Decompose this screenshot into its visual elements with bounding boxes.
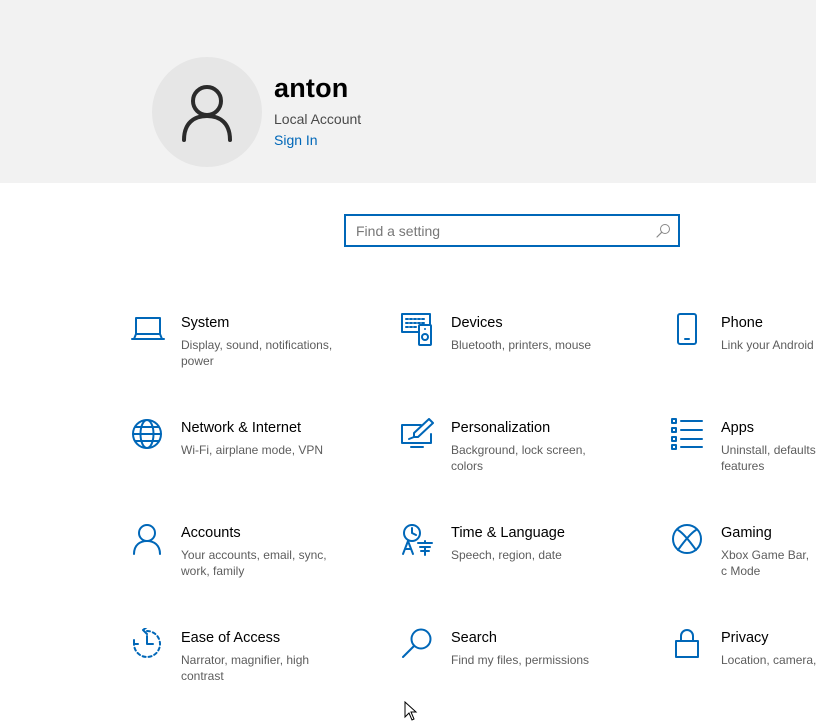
tile-system[interactable]: System Display, sound, notifications, po… (131, 313, 391, 393)
tile-ease-of-access[interactable]: Ease of Access Narrator, magnifier, high… (131, 628, 391, 708)
paint-icon (401, 418, 434, 448)
tile-accounts[interactable]: Accounts Your accounts, email, sync, wor… (131, 523, 391, 603)
devices-icon (401, 313, 432, 346)
tile-title: Privacy (721, 630, 769, 646)
laptop-icon (131, 317, 165, 340)
apps-list-icon (671, 418, 703, 450)
globe-icon (132, 419, 162, 449)
tile-description: Speech, region, date (451, 548, 562, 562)
xbox-icon (672, 524, 702, 554)
tile-description: Xbox Game Bar, c Mode (721, 548, 810, 578)
tile-personalization[interactable]: Personalization Background, lock screen,… (401, 418, 661, 498)
search-input[interactable] (346, 216, 656, 245)
magnifier-icon[interactable] (655, 223, 671, 239)
tile-title: Phone (721, 315, 763, 331)
tile-description: Find my files, permissions (451, 653, 590, 667)
tile-title: Personalization (451, 420, 551, 436)
tile-description: Uninstall, defaults, features (721, 443, 816, 473)
tile-description: Narrator, magnifier, high contrast (181, 653, 310, 683)
tile-title: Time & Language (451, 525, 565, 541)
tile-title: Apps (721, 420, 755, 436)
tile-description: Your accounts, email, sync, work, family (181, 548, 327, 578)
sign-in-link[interactable]: Sign In (274, 132, 318, 148)
tile-network[interactable]: Network & Internet Wi-Fi, airplane mode,… (131, 418, 391, 498)
tile-privacy[interactable]: Privacy Location, camera, (671, 628, 816, 708)
mouse-cursor-icon (404, 701, 418, 721)
tile-description: Location, camera, (721, 653, 816, 667)
time-language-icon (402, 524, 433, 556)
search-box[interactable] (344, 214, 680, 247)
tile-apps[interactable]: Apps Uninstall, defaults, features (671, 418, 816, 498)
tile-title: Search (451, 630, 497, 646)
tile-title: Gaming (721, 525, 772, 541)
person-icon (133, 524, 161, 555)
phone-icon (677, 313, 697, 345)
tile-gaming[interactable]: Gaming Xbox Game Bar, c Mode (671, 523, 816, 603)
tile-phone[interactable]: Phone Link your Android (671, 313, 816, 393)
tile-description: Display, sound, notifications, power (181, 338, 333, 368)
ease-of-access-icon (133, 628, 161, 658)
tile-description: Wi-Fi, airplane mode, VPN (181, 443, 324, 457)
tile-description: Background, lock screen, colors (451, 443, 586, 473)
tile-search[interactable]: Search Find my files, permissions (401, 628, 661, 708)
tile-title: Devices (451, 315, 503, 331)
lock-icon (675, 629, 699, 658)
settings-home: anton Local Account Sign In System Displ… (0, 0, 816, 721)
account-type: Local Account (274, 111, 362, 127)
user-icon (182, 85, 232, 142)
account-header: anton Local Account Sign In (0, 0, 816, 183)
search-icon (402, 628, 432, 658)
tile-devices[interactable]: Devices Bluetooth, printers, mouse (401, 313, 661, 393)
user-name: anton (274, 73, 349, 103)
tile-time-language[interactable]: Time & Language Speech, region, date (401, 523, 661, 603)
tile-title: System (181, 315, 230, 331)
tile-description: Link your Android (721, 338, 814, 352)
tile-title: Ease of Access (181, 630, 281, 646)
tile-title: Network & Internet (181, 420, 302, 436)
tile-description: Bluetooth, printers, mouse (451, 338, 592, 352)
tile-title: Accounts (181, 525, 241, 541)
avatar[interactable] (152, 57, 262, 167)
